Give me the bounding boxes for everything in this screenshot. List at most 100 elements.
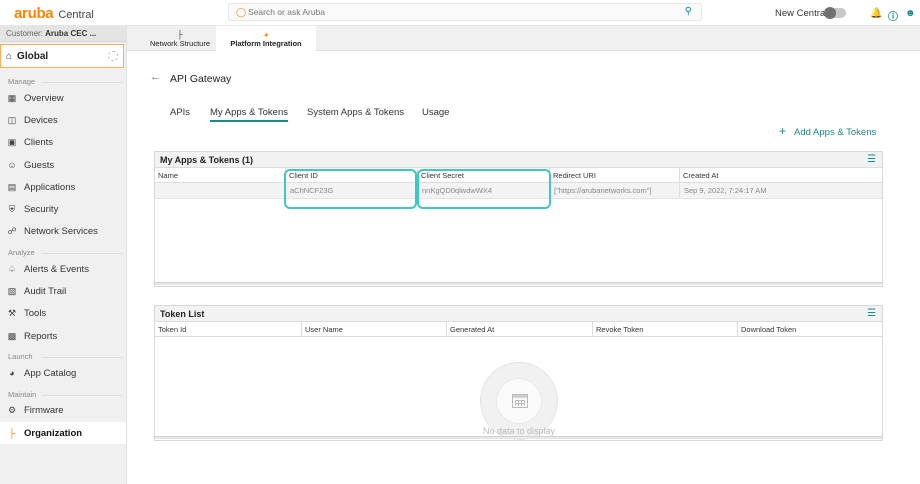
- column-header-generated-at[interactable]: Generated At: [446, 322, 592, 337]
- sidebar-item-guests[interactable]: ☺ Guests: [0, 154, 126, 176]
- back-arrow-icon[interactable]: ←: [150, 71, 161, 83]
- sidebar-item-tools[interactable]: ⚒ Tools: [0, 303, 126, 325]
- wrench-icon: ⚒: [7, 308, 17, 319]
- tab-label: Network Structure: [149, 39, 211, 48]
- sidebar-item-organization[interactable]: ├ Organization: [0, 421, 126, 445]
- sidebar-item-label: Overview: [24, 92, 64, 104]
- column-header-name[interactable]: Name: [155, 168, 285, 183]
- sidebar-item-label: Guests: [24, 159, 55, 171]
- calendar-icon: [512, 394, 528, 408]
- column-header-revoke-token[interactable]: Revoke Token: [592, 322, 737, 337]
- user-icon[interactable]: ☻: [905, 8, 916, 19]
- applications-icon: ▤: [7, 181, 17, 192]
- panel-title: Token List: [160, 309, 205, 319]
- token-list-panel: Token List ☰ Token Id User Name Generate…: [154, 305, 883, 441]
- section-manage: Manage: [0, 76, 126, 87]
- tab-network-structure[interactable]: ├ Network Structure: [135, 26, 225, 51]
- cell-name: [155, 183, 285, 199]
- logo-product: Central: [58, 9, 94, 21]
- devices-icon: ◫: [7, 114, 17, 125]
- subtab-usage[interactable]: Usage: [422, 107, 449, 118]
- column-header-created-at[interactable]: Created At: [679, 168, 883, 183]
- sidebar-item-audit-trail[interactable]: ▧ Audit Trail: [0, 280, 126, 302]
- add-apps-tokens-label: Add Apps & Tokens: [794, 127, 877, 138]
- sidebar-item-label: App Catalog: [24, 367, 77, 379]
- column-header-download-token[interactable]: Download Token: [737, 322, 883, 337]
- page-tabs: ├ Network Structure ◕ Platform Integrati…: [127, 26, 920, 51]
- network-services-icon: ☍: [7, 226, 17, 237]
- structure-icon: ├: [177, 30, 183, 39]
- panel-title: My Apps & Tokens (1): [160, 155, 254, 165]
- toggle-knob: [824, 7, 836, 19]
- help-icon[interactable]: ⓘ: [888, 8, 898, 23]
- client-secret-highlight: [417, 169, 551, 209]
- logo-brand: aruba: [14, 5, 54, 22]
- calendar-grid: [515, 400, 525, 406]
- sidebar-item-firmware[interactable]: ⚙ Firmware: [0, 400, 126, 422]
- tab-platform-integration[interactable]: ◕ Platform Integration: [216, 26, 316, 51]
- empty-state-text: No data to display: [482, 426, 556, 436]
- sidebar-item-label: Clients: [24, 137, 54, 149]
- sidebar-item-network-services[interactable]: ☍ Network Services: [0, 221, 126, 243]
- page-title: API Gateway: [170, 73, 232, 85]
- sidebar-item-clients[interactable]: ▣ Clients: [0, 132, 126, 154]
- sidebar-item-overview[interactable]: ▦ Overview: [0, 87, 126, 109]
- sidebar-item-label: Tools: [24, 308, 47, 320]
- tab-label: Platform Integration: [230, 39, 302, 48]
- firmware-icon: ⚙: [7, 405, 17, 416]
- column-header-token-id[interactable]: Token Id: [155, 322, 301, 337]
- my-apps-tokens-panel: My Apps & Tokens (1) ☰ Name Client ID Cl…: [154, 151, 883, 287]
- sidebar-item-label: Audit Trail: [24, 286, 67, 298]
- aruba-central-logo[interactable]: aruba Central: [14, 5, 94, 22]
- empty-state-inner: [496, 378, 542, 424]
- horizontal-scrollbar[interactable]: [155, 282, 882, 285]
- panel-header: Token List ☰: [155, 306, 882, 322]
- horizontal-scrollbar[interactable]: [155, 436, 882, 439]
- calendar-top: [513, 395, 527, 398]
- loading-icon: [108, 51, 118, 61]
- bell-icon[interactable]: 🔔: [870, 8, 882, 19]
- sidebar-item-security[interactable]: ⛨ Security: [0, 198, 126, 220]
- customer-label: Customer:: [6, 29, 43, 38]
- sidebar-item-label: Organization: [24, 427, 83, 439]
- section-maintain: Maintain: [0, 389, 126, 400]
- sidebar-item-label: Network Services: [24, 226, 98, 238]
- sidebar-item-label: Security: [24, 204, 59, 216]
- sidebar-item-alerts-events[interactable]: ♤ Alerts & Events: [0, 258, 126, 280]
- client-id-highlight: [284, 169, 417, 209]
- search-input[interactable]: [248, 6, 648, 18]
- sidebar-item-reports[interactable]: ▩ Reports: [0, 325, 126, 347]
- shield-icon: ⛨: [8, 204, 16, 215]
- bell-icon: ♤: [7, 263, 17, 274]
- organization-icon: ├: [8, 428, 16, 438]
- customer-selector[interactable]: Customer: Aruba CEC ...: [0, 26, 126, 42]
- aruba-search-icon: ◯: [236, 7, 247, 17]
- search-icon[interactable]: ⚲: [685, 6, 692, 17]
- sidebar-item-app-catalog[interactable]: ◕ App Catalog: [0, 362, 126, 384]
- sidebar-item-label: Alerts & Events: [24, 263, 89, 275]
- column-header-redirect-uri[interactable]: Redirect URI: [549, 168, 679, 183]
- subtab-system-apps-tokens[interactable]: System Apps & Tokens: [307, 107, 404, 118]
- audit-icon: ▧: [7, 286, 17, 297]
- sidebar-item-label: Reports: [24, 330, 58, 342]
- subtab-my-apps-tokens[interactable]: My Apps & Tokens: [210, 107, 288, 122]
- add-apps-tokens-button[interactable]: + Add Apps & Tokens: [779, 124, 876, 138]
- section-launch: Launch: [0, 351, 126, 362]
- grid-icon: ▦: [7, 92, 17, 103]
- top-bar: aruba Central ◯ ⚲ New Central 🔔 ⓘ ☻: [0, 0, 920, 26]
- menu-icon[interactable]: ☰: [867, 152, 876, 168]
- menu-icon[interactable]: ☰: [867, 306, 876, 322]
- column-header-user-name[interactable]: User Name: [301, 322, 446, 337]
- new-central-toggle[interactable]: [824, 7, 846, 19]
- subtab-apis[interactable]: APIs: [170, 107, 190, 118]
- sidebar-item-devices[interactable]: ◫ Devices: [0, 109, 126, 131]
- guests-icon: ☺: [7, 160, 17, 171]
- global-search[interactable]: ◯ ⚲: [228, 3, 702, 21]
- global-filter[interactable]: ⌂ Global: [0, 44, 124, 68]
- sidebar-item-applications[interactable]: ▤ Applications: [0, 176, 126, 198]
- home-icon: ⌂: [6, 50, 13, 62]
- main-content: ← API Gateway APIs My Apps & Tokens Syst…: [127, 51, 920, 484]
- sidebar-item-label: Devices: [24, 114, 58, 126]
- plus-icon: +: [779, 124, 787, 138]
- global-label: Global: [17, 50, 49, 62]
